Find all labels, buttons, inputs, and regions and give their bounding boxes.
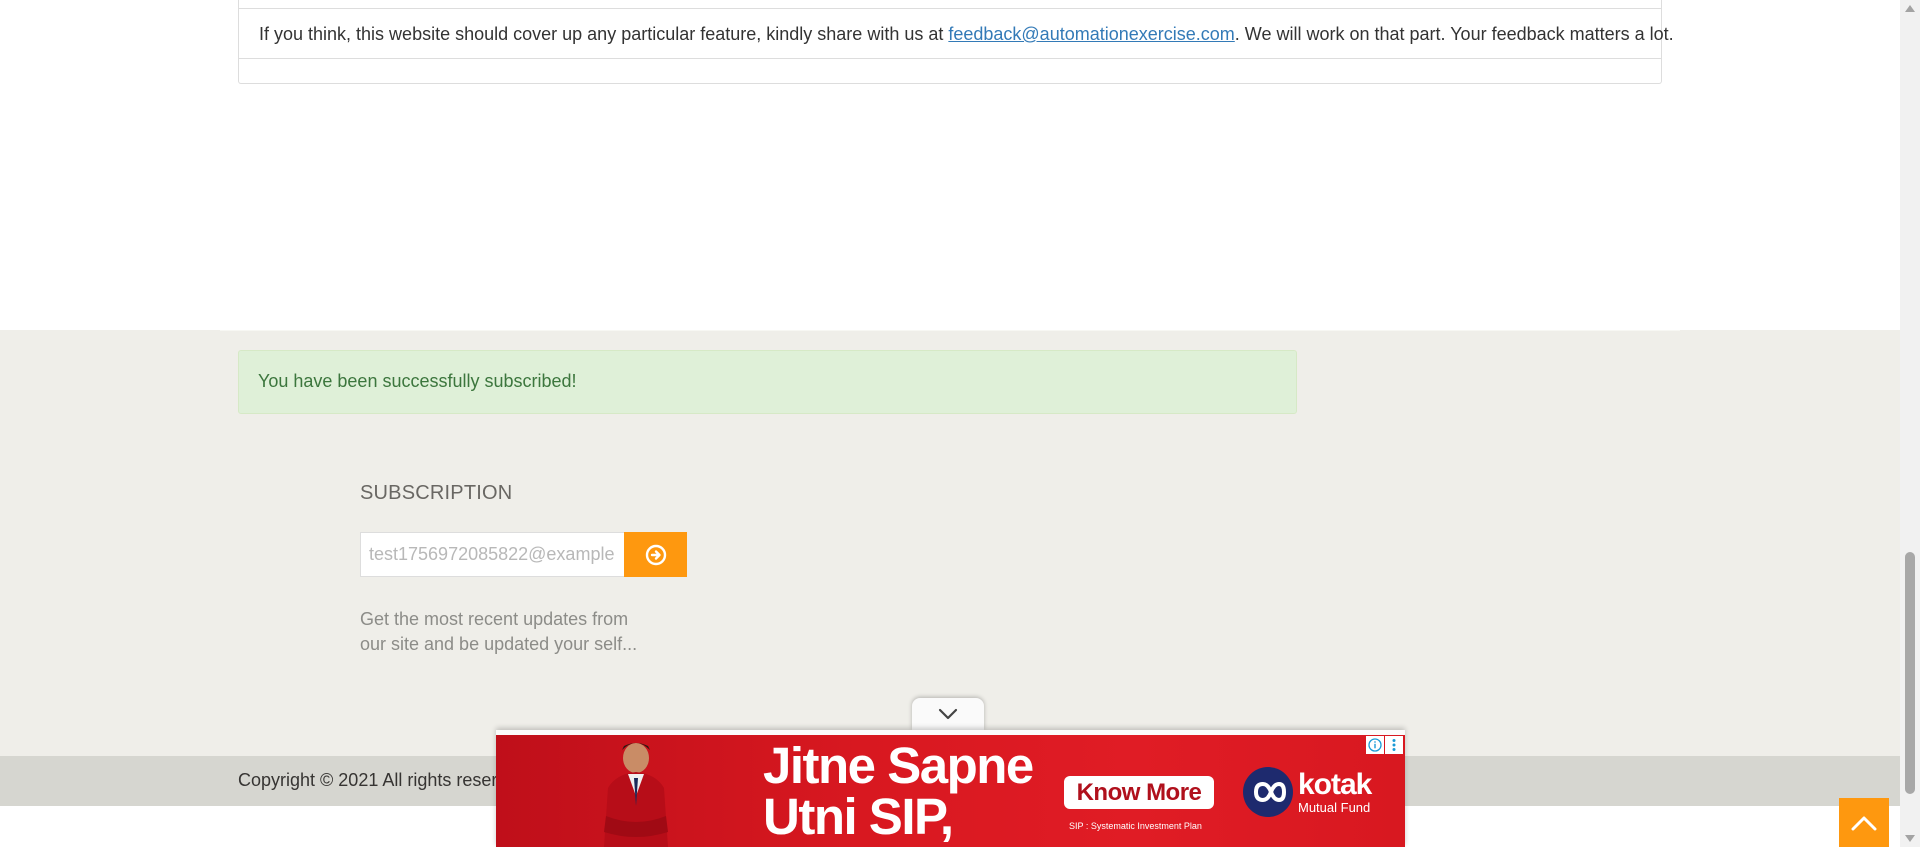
copyright-text: Copyright © 2021 All rights reserv bbox=[238, 770, 507, 790]
feedback-text: If you think, this website should cover … bbox=[239, 8, 1674, 59]
kotak-logo-icon bbox=[1243, 767, 1293, 817]
ad-headline: Jitne Sapne Utni SIP, bbox=[763, 737, 1034, 845]
scroll-up-button[interactable] bbox=[1839, 798, 1889, 847]
triangle-up-icon bbox=[1905, 5, 1915, 12]
subscription-email-input[interactable] bbox=[360, 532, 625, 577]
alert-message: You have been successfully subscribed! bbox=[258, 371, 577, 391]
scrollbar-down-arrow[interactable] bbox=[1900, 830, 1920, 847]
ad-know-more-button[interactable]: Know More bbox=[1064, 776, 1214, 809]
page: If you think, this website should cover … bbox=[0, 0, 1920, 847]
chevron-down-icon bbox=[938, 708, 958, 720]
ad-headline-line2: Utni SIP, bbox=[763, 788, 954, 845]
ad-info-button[interactable] bbox=[1366, 736, 1384, 754]
triangle-down-icon bbox=[1905, 835, 1915, 842]
ad-menu-button[interactable] bbox=[1385, 736, 1403, 754]
subscription-title: SUBSCRIPTION bbox=[360, 482, 513, 504]
subscribe-success-alert: You have been successfully subscribed! bbox=[238, 350, 1297, 414]
ad-brand-name: kotak bbox=[1298, 768, 1372, 801]
ad-top-strip bbox=[496, 730, 1405, 735]
feedback-text-after: . We will work on that part. Your feedba… bbox=[1234, 24, 1674, 44]
ad-headline-line1: Jitne Sapne bbox=[763, 737, 1034, 794]
scrollbar-up-arrow[interactable] bbox=[1900, 0, 1920, 17]
scrollbar-thumb[interactable] bbox=[1905, 552, 1915, 794]
subscribe-button[interactable] bbox=[624, 532, 687, 577]
footer-divider bbox=[220, 330, 1680, 331]
ad-person-image bbox=[604, 743, 668, 847]
ad-footnote: SIP : Systematic Investment Plan bbox=[1069, 821, 1202, 831]
ad-banner[interactable]: Jitne Sapne Utni SIP, Know More SIP : Sy… bbox=[496, 730, 1405, 847]
arrow-circle-right-icon bbox=[645, 544, 666, 565]
info-icon bbox=[1368, 738, 1382, 752]
feedback-email-link[interactable]: feedback@automationexercise.com bbox=[948, 24, 1234, 44]
ad-brand-sub: Mutual Fund bbox=[1298, 800, 1371, 815]
vertical-dots-icon bbox=[1392, 739, 1396, 751]
ad-collapse-button[interactable] bbox=[912, 698, 984, 730]
feedback-text-before: If you think, this website should cover … bbox=[259, 24, 949, 44]
vertical-scrollbar[interactable] bbox=[1900, 0, 1920, 847]
chevron-up-icon bbox=[1851, 816, 1877, 830]
ad-kotak-logo: kotak Mutual Fund bbox=[1242, 766, 1392, 820]
subscription-description: Get the most recent updates from our sit… bbox=[360, 609, 638, 654]
